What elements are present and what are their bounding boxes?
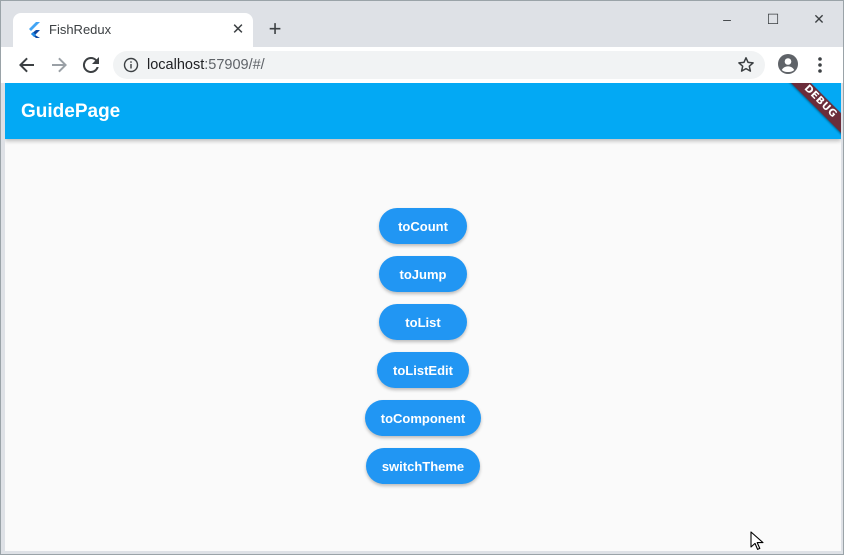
to-list-edit-button[interactable]: toListEdit [377, 352, 469, 388]
button-column: toCount toJump toList toListEdit toCompo… [5, 208, 841, 496]
debug-banner: DEBUG [783, 83, 841, 139]
minimize-icon[interactable]: – [711, 7, 743, 31]
app-viewport: GuidePage DEBUG toCount toJump toList to… [5, 83, 841, 551]
flutter-icon [29, 22, 40, 38]
info-icon[interactable] [123, 57, 139, 73]
mouse-cursor-icon [750, 531, 764, 550]
browser-toolbar: localhost:57909/#/ [1, 47, 843, 83]
page-title: GuidePage [21, 101, 121, 122]
to-jump-button[interactable]: toJump [379, 256, 467, 292]
to-list-button[interactable]: toList [379, 304, 467, 340]
url-path: :57909/#/ [204, 57, 265, 73]
app-bar: GuidePage DEBUG [5, 83, 841, 139]
reload-icon[interactable] [79, 53, 103, 77]
tab-title: FishRedux [49, 22, 112, 37]
switch-theme-button[interactable]: switchTheme [365, 448, 481, 484]
browser-window: FishRedux ✕ + – ☐ ✕ localhost:57909/#/ G… [0, 0, 844, 555]
maximize-icon[interactable]: ☐ [757, 7, 789, 31]
arrow-right-icon[interactable] [47, 53, 71, 77]
to-component-button[interactable]: toComponent [364, 400, 482, 436]
to-count-button[interactable]: toCount [379, 208, 467, 244]
tab-fishredux[interactable]: FishRedux ✕ [13, 13, 253, 47]
window-close-icon[interactable]: ✕ [803, 7, 835, 31]
kebab-menu-icon[interactable] [811, 53, 829, 77]
arrow-left-icon[interactable] [15, 53, 39, 77]
profile-icon[interactable] [777, 53, 799, 75]
tab-strip: FishRedux ✕ + – ☐ ✕ [1, 1, 843, 47]
address-bar[interactable]: localhost:57909/#/ [113, 51, 765, 79]
new-tab-button[interactable]: + [263, 18, 287, 42]
url-host: localhost [147, 57, 205, 73]
tab-close-icon[interactable]: ✕ [229, 21, 247, 39]
url-text: localhost:57909/#/ [147, 57, 265, 73]
star-icon[interactable] [737, 56, 755, 74]
